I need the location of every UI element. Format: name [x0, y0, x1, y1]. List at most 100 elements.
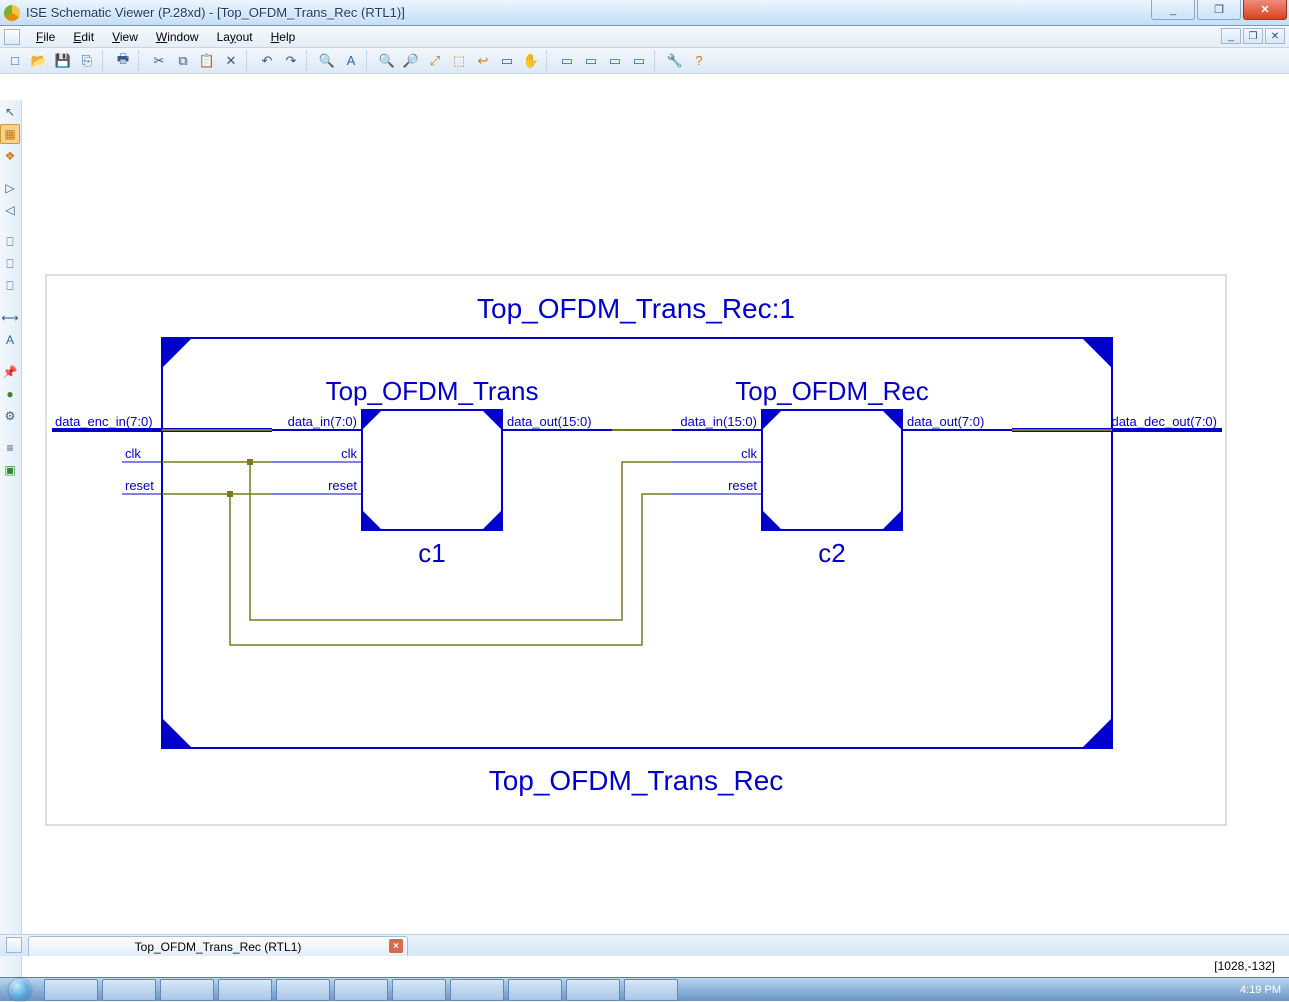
tab-doc-icon[interactable]	[6, 937, 22, 953]
separator	[246, 51, 252, 71]
zoomfit-icon[interactable]: ⤢	[424, 50, 446, 72]
mdi-close-button[interactable]: ✕	[1265, 28, 1285, 44]
menu-help-label: elp	[279, 30, 295, 44]
module-title-top: Top_OFDM_Trans_Rec:1	[477, 293, 795, 324]
go-tool-icon[interactable]: ●	[0, 384, 20, 404]
task-button[interactable]	[450, 979, 504, 1001]
back-tool-icon[interactable]: ◁	[0, 200, 20, 220]
menu-file[interactable]: File	[28, 28, 63, 46]
hand-icon[interactable]: ✋	[520, 50, 542, 72]
b1-port-in1: clk	[341, 446, 357, 461]
task-button[interactable]	[44, 979, 98, 1001]
system-tray[interactable]: 4:19 PM	[1232, 984, 1289, 996]
t3-tool-icon[interactable]: ⎕	[0, 276, 20, 296]
module-title-bottom: Top_OFDM_Trans_Rec	[489, 765, 784, 796]
print-icon[interactable]: 🖶	[112, 50, 134, 72]
task-button[interactable]	[624, 979, 678, 1001]
schematic-canvas[interactable]: Top_OFDM_Trans_Rec:1 Top_OFDM_Trans_Rec …	[22, 100, 1289, 981]
tab-close-icon[interactable]: ×	[389, 939, 403, 953]
task-button[interactable]	[218, 979, 272, 1001]
find-icon[interactable]: 🔍	[316, 50, 338, 72]
task-button[interactable]	[334, 979, 388, 1001]
maximize-button[interactable]: ❐	[1197, 0, 1241, 20]
task-button[interactable]	[392, 979, 446, 1001]
menu-view[interactable]: View	[104, 28, 146, 46]
separator	[306, 51, 312, 71]
separator	[654, 51, 660, 71]
saveall-icon[interactable]: ⎘	[76, 50, 98, 72]
pin-tool-icon[interactable]: 📌	[0, 362, 20, 382]
mdi-minimize-button[interactable]: _	[1221, 28, 1241, 44]
zoomin-icon[interactable]: 🔎	[400, 50, 422, 72]
menu-edit[interactable]: Edit	[65, 28, 102, 46]
task-button[interactable]	[276, 979, 330, 1001]
cfg-tool-icon[interactable]: ⚙	[0, 406, 20, 426]
save-icon[interactable]: 💾	[52, 50, 74, 72]
arrow-tool-icon[interactable]: ↖	[0, 102, 20, 122]
play-tool-icon[interactable]: ▷	[0, 178, 20, 198]
block-c1[interactable]: Top_OFDM_Trans c1 data_in(7:0) clk reset…	[272, 376, 612, 568]
ext-in2: reset	[125, 478, 154, 493]
minimize-button[interactable]: _	[1151, 0, 1195, 20]
b1-port-in2: reset	[328, 478, 357, 493]
t2-tool-icon[interactable]: ⎕	[0, 254, 20, 274]
cut-icon[interactable]: ✂	[148, 50, 170, 72]
task-button[interactable]	[160, 979, 214, 1001]
menu-help[interactable]: Help	[263, 28, 304, 46]
delete-icon[interactable]: ✕	[220, 50, 242, 72]
task-button[interactable]	[566, 979, 620, 1001]
block1-instance: c1	[418, 538, 445, 568]
mdi-window-controls: _ ❐ ✕	[1221, 28, 1285, 44]
document-tab[interactable]: Top_OFDM_Trans_Rec (RTL1) ×	[28, 936, 408, 956]
select-tool-icon[interactable]: ▦	[0, 124, 20, 144]
zoom-icon[interactable]: 🔍	[376, 50, 398, 72]
separator	[102, 51, 108, 71]
separator	[138, 51, 144, 71]
findpanel-icon[interactable]: A	[340, 50, 362, 72]
app-icon	[4, 5, 20, 21]
menu-window[interactable]: Window	[148, 28, 207, 46]
new-icon[interactable]: □	[4, 50, 26, 72]
zoomarea-icon[interactable]: ⬚	[448, 50, 470, 72]
bar-tool-icon[interactable]: ≡	[0, 438, 20, 458]
ruler-tool-icon[interactable]: ⟷	[0, 308, 20, 328]
taskbar: 4:19 PM	[0, 977, 1289, 1001]
copy-icon[interactable]: ⧉	[172, 50, 194, 72]
tool-icon[interactable]: 🔧	[664, 50, 686, 72]
block-c2[interactable]: Top_OFDM_Rec c2 data_in(15:0) clk reset …	[672, 376, 1012, 568]
ext-out0: data_dec_out(7:0)	[1111, 414, 1217, 429]
help-icon[interactable]: ?	[688, 50, 710, 72]
mdi-maximize-button[interactable]: ❐	[1243, 28, 1263, 44]
top-module-rect[interactable]	[162, 338, 1112, 748]
page-border	[46, 275, 1226, 825]
t1-tool-icon[interactable]: ⎕	[0, 232, 20, 252]
menu-view-label: iew	[120, 30, 138, 44]
win3-icon[interactable]: ▭	[604, 50, 626, 72]
undo-icon[interactable]: ↶	[256, 50, 278, 72]
win1-icon[interactable]: ▭	[556, 50, 578, 72]
task-button[interactable]	[102, 979, 156, 1001]
b2-port-in0: data_in(15:0)	[680, 414, 757, 429]
window-controls: _ ❐ ✕	[1151, 0, 1287, 20]
b1-port-out0: data_out(15:0)	[507, 414, 592, 429]
menubar: File Edit View Window Layout Help _ ❐ ✕	[0, 26, 1289, 48]
open-icon[interactable]: 📂	[28, 50, 50, 72]
start-button[interactable]	[0, 978, 40, 1002]
text-tool-icon[interactable]: A	[0, 330, 20, 350]
paste-icon[interactable]: 📋	[196, 50, 218, 72]
schematic-svg: Top_OFDM_Trans_Rec:1 Top_OFDM_Trans_Rec …	[22, 100, 1282, 930]
win2-icon[interactable]: ▭	[580, 50, 602, 72]
select-icon[interactable]: ▭	[496, 50, 518, 72]
redo-icon[interactable]: ↷	[280, 50, 302, 72]
menu-layout[interactable]: Layout	[209, 28, 261, 46]
corner-triangle	[1082, 338, 1112, 368]
hier-tool-icon[interactable]: ❖	[0, 146, 20, 166]
mdi-doc-icon[interactable]	[4, 29, 20, 45]
titlebar: ISE Schematic Viewer (P.28xd) - [Top_OFD…	[0, 0, 1289, 26]
note-tool-icon[interactable]: ▣	[0, 460, 20, 480]
task-button[interactable]	[508, 979, 562, 1001]
win4-icon[interactable]: ▭	[628, 50, 650, 72]
main-area: ↖ ▦ ❖ ▷ ◁ ⎕ ⎕ ⎕ ⟷ A 📌 ● ⚙ ≡ ▣ Top_O	[0, 100, 1289, 981]
close-button[interactable]: ✕	[1243, 0, 1287, 20]
zoomprev-icon[interactable]: ↩	[472, 50, 494, 72]
